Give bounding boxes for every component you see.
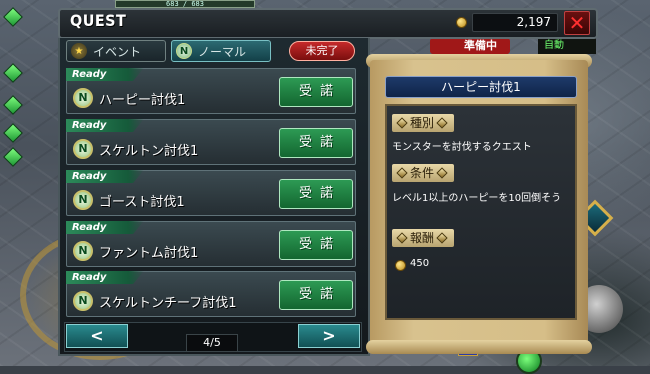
quest-row[interactable]: Ready N スケルトンチーフ討伐1 受諾 [66,271,356,317]
ready-tag: Ready [66,271,144,284]
quest-row[interactable]: Ready N スケルトン討伐1 受諾 [66,119,356,165]
tab-label: ノーマル [198,44,247,59]
ready-tag: Ready [66,119,144,132]
n-icon: N [176,43,192,59]
quest-name: ハーピー討伐1 [99,93,186,108]
type-section-label: 種別 [392,114,455,132]
condition-section-label: 条件 [392,164,455,182]
reward-section-label: 報酬 [392,229,455,247]
diamond-icon [396,167,408,179]
quest-name: ゴースト討伐1 [99,195,185,210]
normal-quest-icon: N [73,88,93,108]
gold-amount: 2,197 [472,13,558,32]
type-text: モンスターを討伐するクエスト [392,142,532,153]
tab-normal[interactable]: N ノーマル [171,40,271,62]
normal-quest-icon: N [73,291,93,311]
quest-row[interactable]: Ready N ファントム討伐1 受諾 [66,221,356,267]
accept-button[interactable]: 受諾 [279,77,353,107]
accept-button[interactable]: 受諾 [279,230,353,260]
ready-tag: Ready [66,221,144,234]
quest-row[interactable]: Ready N ハーピー討伐1 受諾 [66,68,356,114]
quest-row[interactable]: Ready N ゴースト討伐1 受諾 [66,170,356,216]
quest-window-title: QUEST [70,11,127,30]
accept-button[interactable]: 受諾 [279,179,353,209]
ready-tag: Ready [66,68,144,81]
auto-toggle[interactable]: 自動 [538,38,596,54]
tab-label: イベント [93,44,142,59]
detail-title: ハーピー討伐1 [385,76,577,98]
prev-page-button[interactable]: < [66,324,128,348]
section-label-text: 種別 [410,116,435,130]
hp-bar: 683 / 683 [115,0,255,8]
normal-quest-icon: N [73,139,93,159]
normal-quest-icon: N [73,190,93,210]
reward-amount: 450 [410,258,430,269]
diamond-icon [436,232,448,244]
diamond-icon [396,117,408,129]
accept-button[interactable]: 受諾 [279,280,353,310]
quest-name: スケルトンチーフ討伐1 [99,296,237,311]
ready-tag: Ready [66,170,144,183]
next-page-button[interactable]: > [298,324,360,348]
condition-text: レベル1以上のハーピーを10回倒そう [392,193,562,204]
coin-icon [456,17,467,28]
tab-event[interactable]: ★ イベント [66,40,166,62]
coin-icon [395,260,406,271]
star-icon: ★ [71,43,87,59]
section-label-text: 報酬 [410,231,435,245]
scroll-bottom-roll [366,340,592,354]
diamond-icon [436,167,448,179]
quest-name: ファントム討伐1 [99,246,199,261]
diamond-icon [436,117,448,129]
page-indicator: 4/5 [186,334,238,352]
ready-status-badge: 準備中 [430,38,510,54]
normal-quest-icon: N [73,241,93,261]
section-label-text: 条件 [410,166,435,180]
incomplete-filter-button[interactable]: 未完了 [289,41,355,61]
accept-button[interactable]: 受諾 [279,128,353,158]
detail-body [385,104,577,320]
diamond-icon [396,232,408,244]
quest-name: スケルトン討伐1 [99,144,199,159]
close-button[interactable]: ✕ [564,11,590,35]
